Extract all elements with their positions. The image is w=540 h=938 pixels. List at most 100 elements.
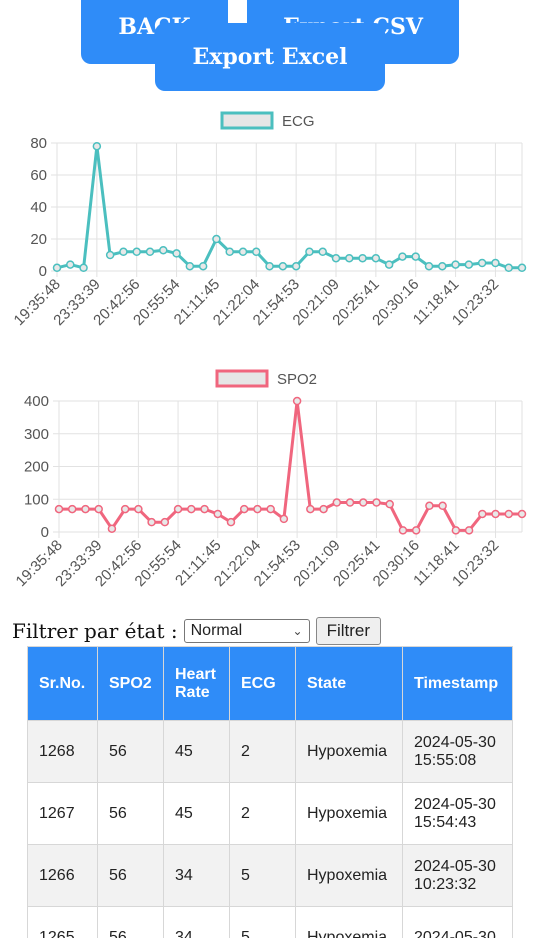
data-point (385, 499, 394, 509)
data-point (345, 498, 355, 507)
cell-state: Hypoxemia (295, 906, 403, 938)
cell-sr-no: 1268 (27, 720, 98, 783)
data-point (504, 263, 513, 273)
cell-spo2: 56 (97, 782, 164, 845)
table-row: 1268 56 45 2 Hypoxemia 2024-05-30 15:55:… (27, 720, 513, 783)
data-point (226, 517, 236, 527)
data-point (438, 501, 447, 511)
export-excel-button[interactable]: Export Excel (155, 23, 385, 91)
y-tick-label: 60 (30, 167, 47, 184)
data-point (265, 261, 274, 271)
data-point (318, 247, 327, 257)
data-point (145, 247, 155, 257)
data-table: Sr.No. SPO2 Heart Rate ECG State Timesta… (27, 646, 513, 938)
cell-ecg: 5 (229, 906, 296, 938)
ecg-chart: ECG 0 20 40 60 80 19:35:48 23:33:39 20:42:56 20:5… (0, 100, 540, 360)
state-filter-select[interactable]: Normal ⌄ (183, 619, 310, 643)
y-tick-label: 40 (30, 199, 47, 216)
cell-sr-no: 1265 (27, 906, 98, 938)
data-point (119, 247, 128, 257)
spo2-chart-svg: SPO2010020030040019:35:4823:33:3920:42:5… (13, 369, 527, 590)
data-point (424, 261, 434, 271)
data-point (160, 517, 170, 527)
data-point (359, 498, 368, 507)
header-timestamp: Timestamp (402, 646, 513, 721)
cell-spo2: 56 (97, 906, 164, 938)
data-point (185, 261, 195, 271)
data-point (371, 253, 381, 263)
cell-state: Hypoxemia (295, 844, 403, 907)
data-point (384, 260, 394, 269)
filter-label: Filtrer par état : (12, 619, 178, 643)
table-row: 1267 56 45 2 Hypoxemia 2024-05-30 15:54:… (27, 782, 513, 845)
data-point (398, 252, 407, 261)
header-heart-rate: Heart Rate (163, 646, 230, 721)
data-point (331, 253, 341, 263)
cell-state: Hypoxemia (295, 782, 403, 845)
chevron-down-icon: ⌄ (292, 624, 303, 638)
data-point (81, 504, 90, 514)
filter-button[interactable]: Filtrer (315, 617, 382, 645)
legend-swatch (215, 369, 269, 388)
data-point (238, 247, 248, 257)
cell-state: Hypoxemia (295, 720, 403, 783)
data-point (411, 252, 420, 261)
data-point (52, 263, 62, 273)
data-point (159, 245, 168, 255)
data-point (464, 260, 474, 269)
data-point (79, 263, 88, 273)
y-tick-label: 200 (24, 459, 49, 476)
cell-ecg: 2 (229, 782, 296, 845)
data-point (200, 504, 209, 514)
data-point (319, 504, 328, 514)
data-point (517, 509, 527, 519)
data-point (107, 524, 117, 533)
ecg-chart-svg: ECG02040608019:35:4823:33:3920:42:5620:5… (11, 111, 527, 329)
cell-spo2: 56 (97, 720, 164, 783)
data-point (464, 526, 474, 535)
table-header-row: Sr.No. SPO2 Heart Rate ECG State Timesta… (27, 646, 513, 721)
data-point (491, 509, 500, 519)
cell-heart-rate: 45 (163, 782, 230, 845)
y-tick-label: 80 (30, 135, 47, 152)
legend-label: ECG (282, 113, 315, 130)
y-tick-label: 100 (24, 491, 49, 508)
cell-timestamp: 2024-05-30 10:23:32 (402, 844, 513, 907)
data-point (278, 261, 288, 271)
data-point (253, 504, 262, 514)
cell-spo2: 56 (97, 844, 164, 907)
cell-heart-rate: 45 (163, 720, 230, 783)
data-point (332, 498, 342, 507)
data-point (213, 509, 222, 519)
filter-row: Filtrer par état : Normal ⌄ Filtrer (12, 616, 382, 646)
data-point (66, 260, 75, 269)
data-point (291, 261, 301, 271)
data-point (398, 526, 408, 535)
y-tick-label: 0 (39, 263, 47, 280)
data-point (438, 261, 447, 271)
y-tick-label: 0 (41, 524, 49, 541)
cell-heart-rate: 34 (163, 844, 230, 907)
data-point (147, 517, 156, 527)
y-tick-label: 300 (24, 426, 49, 443)
data-point (411, 526, 421, 535)
header-sr-no: Sr.No. (27, 646, 98, 721)
data-point (292, 396, 302, 406)
cell-sr-no: 1267 (27, 782, 98, 845)
data-point (94, 504, 103, 514)
data-point (425, 501, 434, 511)
data-point (305, 247, 314, 257)
cell-ecg: 5 (229, 844, 296, 907)
cell-timestamp: 2024-05-30 (402, 906, 513, 938)
cell-heart-rate: 34 (163, 906, 230, 938)
data-point (225, 247, 234, 257)
data-point (266, 504, 275, 514)
data-point (279, 514, 289, 524)
data-point (198, 261, 208, 271)
data-point (478, 509, 487, 519)
data-point (132, 247, 141, 257)
data-point (239, 504, 249, 514)
cell-timestamp: 2024-05-30 15:54:43 (402, 782, 513, 845)
header-state: State (295, 646, 403, 721)
data-point (173, 504, 183, 514)
